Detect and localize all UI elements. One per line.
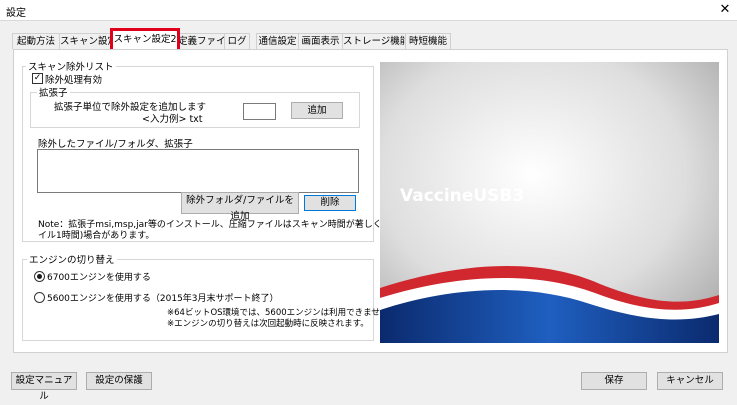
- excluded-list[interactable]: [37, 149, 359, 193]
- extension-group-label: 拡張子: [37, 85, 70, 99]
- tab-display[interactable]: 画面表示: [298, 33, 343, 49]
- engine-5600-label: 5600エンジンを使用する（2015年3月末サポート終了）: [47, 294, 279, 304]
- tab-startup-method[interactable]: 起動方法: [12, 33, 60, 49]
- engine-group-label: エンジンの切り替え: [27, 252, 117, 266]
- excluded-list-label: 除外したファイル/フォルダ、拡張子: [38, 139, 193, 150]
- tab-network[interactable]: 通信設定: [256, 33, 299, 49]
- delete-button[interactable]: 削除: [304, 195, 356, 211]
- settings-protect-button[interactable]: 設定の保護: [86, 372, 152, 390]
- scan-exclude-group-label: スキャン除外リスト: [26, 59, 116, 73]
- note-line-2: イル1時間)場合があります。: [38, 231, 155, 241]
- radio-selected-dot: [37, 274, 42, 279]
- window-title: 設定: [6, 8, 26, 19]
- tab-definition-file[interactable]: 定義ファイル: [177, 33, 235, 49]
- add-extension-button[interactable]: 追加: [291, 102, 343, 119]
- engine-5600-radio[interactable]: [34, 292, 45, 303]
- tab-scan-settings[interactable]: スキャン設定: [59, 33, 117, 49]
- engine-6700-label: 6700エンジンを使用する: [47, 273, 151, 283]
- engine-note-2: ※エンジンの切り替えは次回起動時に反映されます。: [167, 319, 369, 329]
- cancel-button[interactable]: キャンセル: [657, 372, 723, 390]
- settings-manual-button[interactable]: 設定マニュアル: [11, 372, 77, 402]
- extension-example: <入力例> txt: [142, 114, 203, 125]
- engine-6700-radio[interactable]: [34, 271, 45, 282]
- close-icon[interactable]: ✕: [716, 2, 734, 18]
- extension-input[interactable]: [243, 103, 276, 120]
- tab-storage[interactable]: ストレージ機能: [342, 33, 409, 49]
- save-button[interactable]: 保存: [581, 372, 647, 390]
- title-bar: 設定 ✕: [0, 0, 737, 21]
- exclude-enable-checkbox[interactable]: ✓: [32, 73, 43, 84]
- tab-log[interactable]: ログ: [224, 33, 250, 49]
- tab-time-saving[interactable]: 時短機能: [405, 33, 451, 49]
- brand-image: VaccineUSB3: [380, 62, 719, 343]
- add-exclude-folder-file-button[interactable]: 除外フォルダ/ファイルを追加: [181, 192, 299, 222]
- brand-text: VaccineUSB3: [400, 186, 525, 206]
- exclude-enable-label: 除外処理有効: [45, 75, 103, 86]
